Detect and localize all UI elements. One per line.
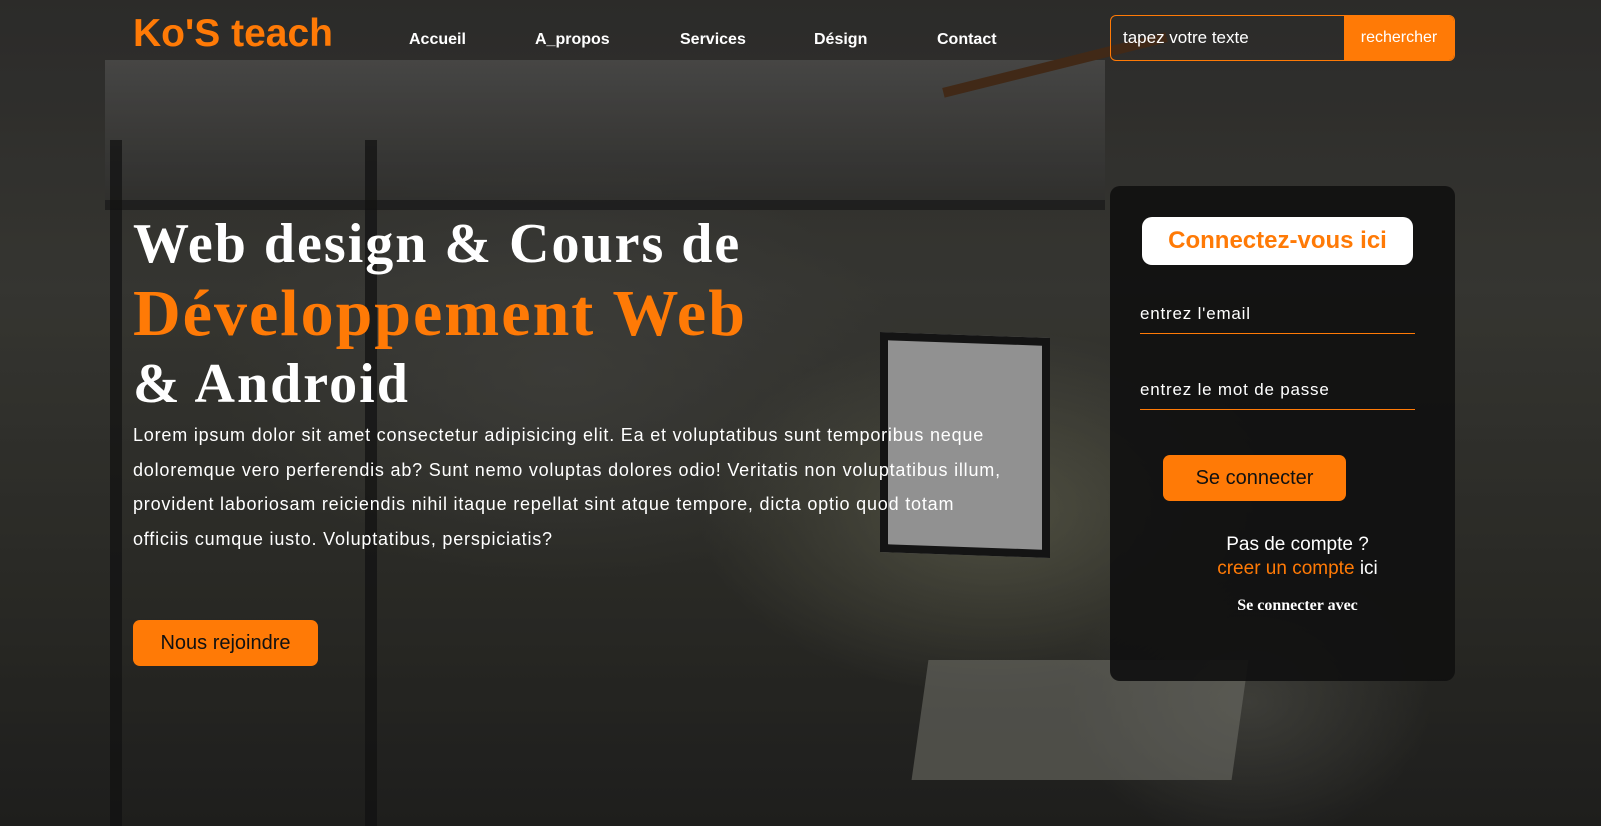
login-button[interactable]: Se connecter (1163, 455, 1346, 501)
search-button[interactable]: rechercher (1344, 16, 1454, 60)
nav-link-a-propos[interactable]: A_propos (535, 31, 610, 49)
search-bar: rechercher (1110, 15, 1455, 61)
hero-title-highlight: Développement Web (133, 277, 747, 350)
hero-title: Web design & Cours de Développement Web … (133, 212, 747, 416)
signup-prompt: Pas de compte ? creer un compte ici (1110, 533, 1455, 581)
create-account-link[interactable]: creer un compte (1217, 558, 1354, 579)
join-button[interactable]: Nous rejoindre (133, 620, 318, 666)
email-field[interactable] (1140, 294, 1415, 333)
login-panel: Connectez-vous ici Se connecter Pas de c… (1110, 186, 1455, 681)
social-login-label: Se connecter avec (1237, 597, 1358, 614)
hero-title-line-1: Web design & Cours de (133, 213, 742, 275)
site-logo[interactable]: Ko'S teach (133, 12, 333, 56)
password-field[interactable] (1140, 370, 1415, 409)
search-input[interactable] (1111, 16, 1344, 60)
password-field-wrapper (1140, 370, 1415, 410)
signup-here-text: ici (1359, 558, 1378, 579)
signup-line: creer un compte ici (1140, 557, 1455, 581)
email-field-wrapper (1140, 294, 1415, 334)
nav-link-design[interactable]: Désign (814, 31, 867, 49)
hero-description: Lorem ipsum dolor sit amet consectetur a… (133, 425, 1001, 549)
hero-title-line-3: & Android (133, 353, 410, 415)
nav-link-services[interactable]: Services (680, 31, 746, 49)
login-title: Connectez-vous ici (1142, 217, 1413, 265)
no-account-text: Pas de compte ? (1226, 534, 1369, 555)
nav-link-accueil[interactable]: Accueil (409, 31, 466, 49)
nav-link-contact[interactable]: Contact (937, 31, 997, 49)
